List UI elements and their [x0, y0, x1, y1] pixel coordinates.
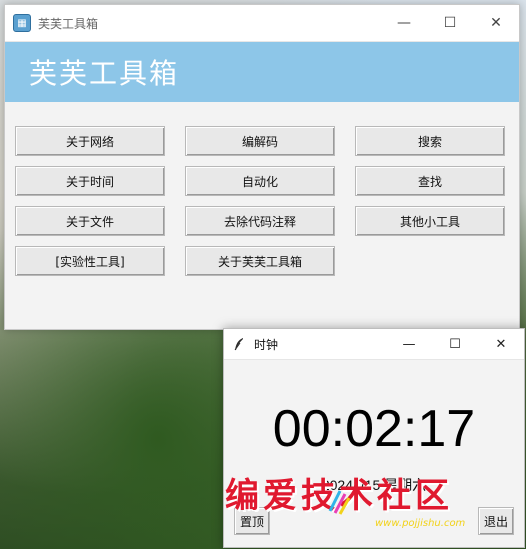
- maximize-icon[interactable]: ☐: [427, 5, 473, 41]
- main-window-title: 芙芙工具箱: [38, 16, 99, 31]
- clock-titlebar[interactable]: 时钟 — ☐ ✕: [224, 329, 524, 360]
- file-button[interactable]: 关于文件: [15, 206, 165, 236]
- close-icon[interactable]: ✕: [473, 5, 519, 41]
- automation-button[interactable]: 自动化: [185, 166, 335, 196]
- close-icon[interactable]: ✕: [478, 329, 524, 359]
- find-button[interactable]: 查找: [355, 166, 505, 196]
- clock-window-title: 时钟: [254, 337, 279, 352]
- remove-comments-button[interactable]: 去除代码注释: [185, 206, 335, 236]
- about-button[interactable]: 关于芙芙工具箱: [185, 246, 335, 276]
- network-button[interactable]: 关于网络: [15, 126, 165, 156]
- minimize-icon[interactable]: —: [386, 329, 432, 359]
- minimize-icon[interactable]: —: [381, 5, 427, 41]
- encode-decode-button[interactable]: 编解码: [185, 126, 335, 156]
- clock-window: 时钟 — ☐ ✕ 00:02:17 2024/ /15 星期六 置顶 退出: [223, 328, 525, 548]
- pin-on-top-button[interactable]: 置顶: [234, 507, 270, 535]
- time-button[interactable]: 关于时间: [15, 166, 165, 196]
- tool-button-grid: 关于网络 编解码 搜索 关于时间 自动化 查找 关于文件 去除代码注释 其他小工…: [5, 102, 519, 276]
- app-icon: ▦: [13, 14, 31, 32]
- header-banner: 芙芙工具箱: [5, 42, 519, 102]
- window-controls: — ☐ ✕: [381, 5, 519, 41]
- search-button[interactable]: 搜索: [355, 126, 505, 156]
- feather-icon: [232, 337, 246, 351]
- exit-button[interactable]: 退出: [478, 507, 514, 535]
- experimental-tools-button[interactable]: [实验性工具]: [15, 246, 165, 276]
- main-window: ▦ 芙芙工具箱 — ☐ ✕ 芙芙工具箱 关于网络 编解码 搜索 关于时间 自动化…: [4, 4, 520, 330]
- clock-window-controls: — ☐ ✕: [386, 329, 524, 359]
- main-titlebar[interactable]: ▦ 芙芙工具箱 — ☐ ✕: [5, 5, 519, 42]
- clock-time: 00:02:17: [272, 400, 476, 458]
- maximize-icon[interactable]: ☐: [432, 329, 478, 359]
- clock-date: 2024/ /15 星期六: [321, 477, 427, 493]
- other-tools-button[interactable]: 其他小工具: [355, 206, 505, 236]
